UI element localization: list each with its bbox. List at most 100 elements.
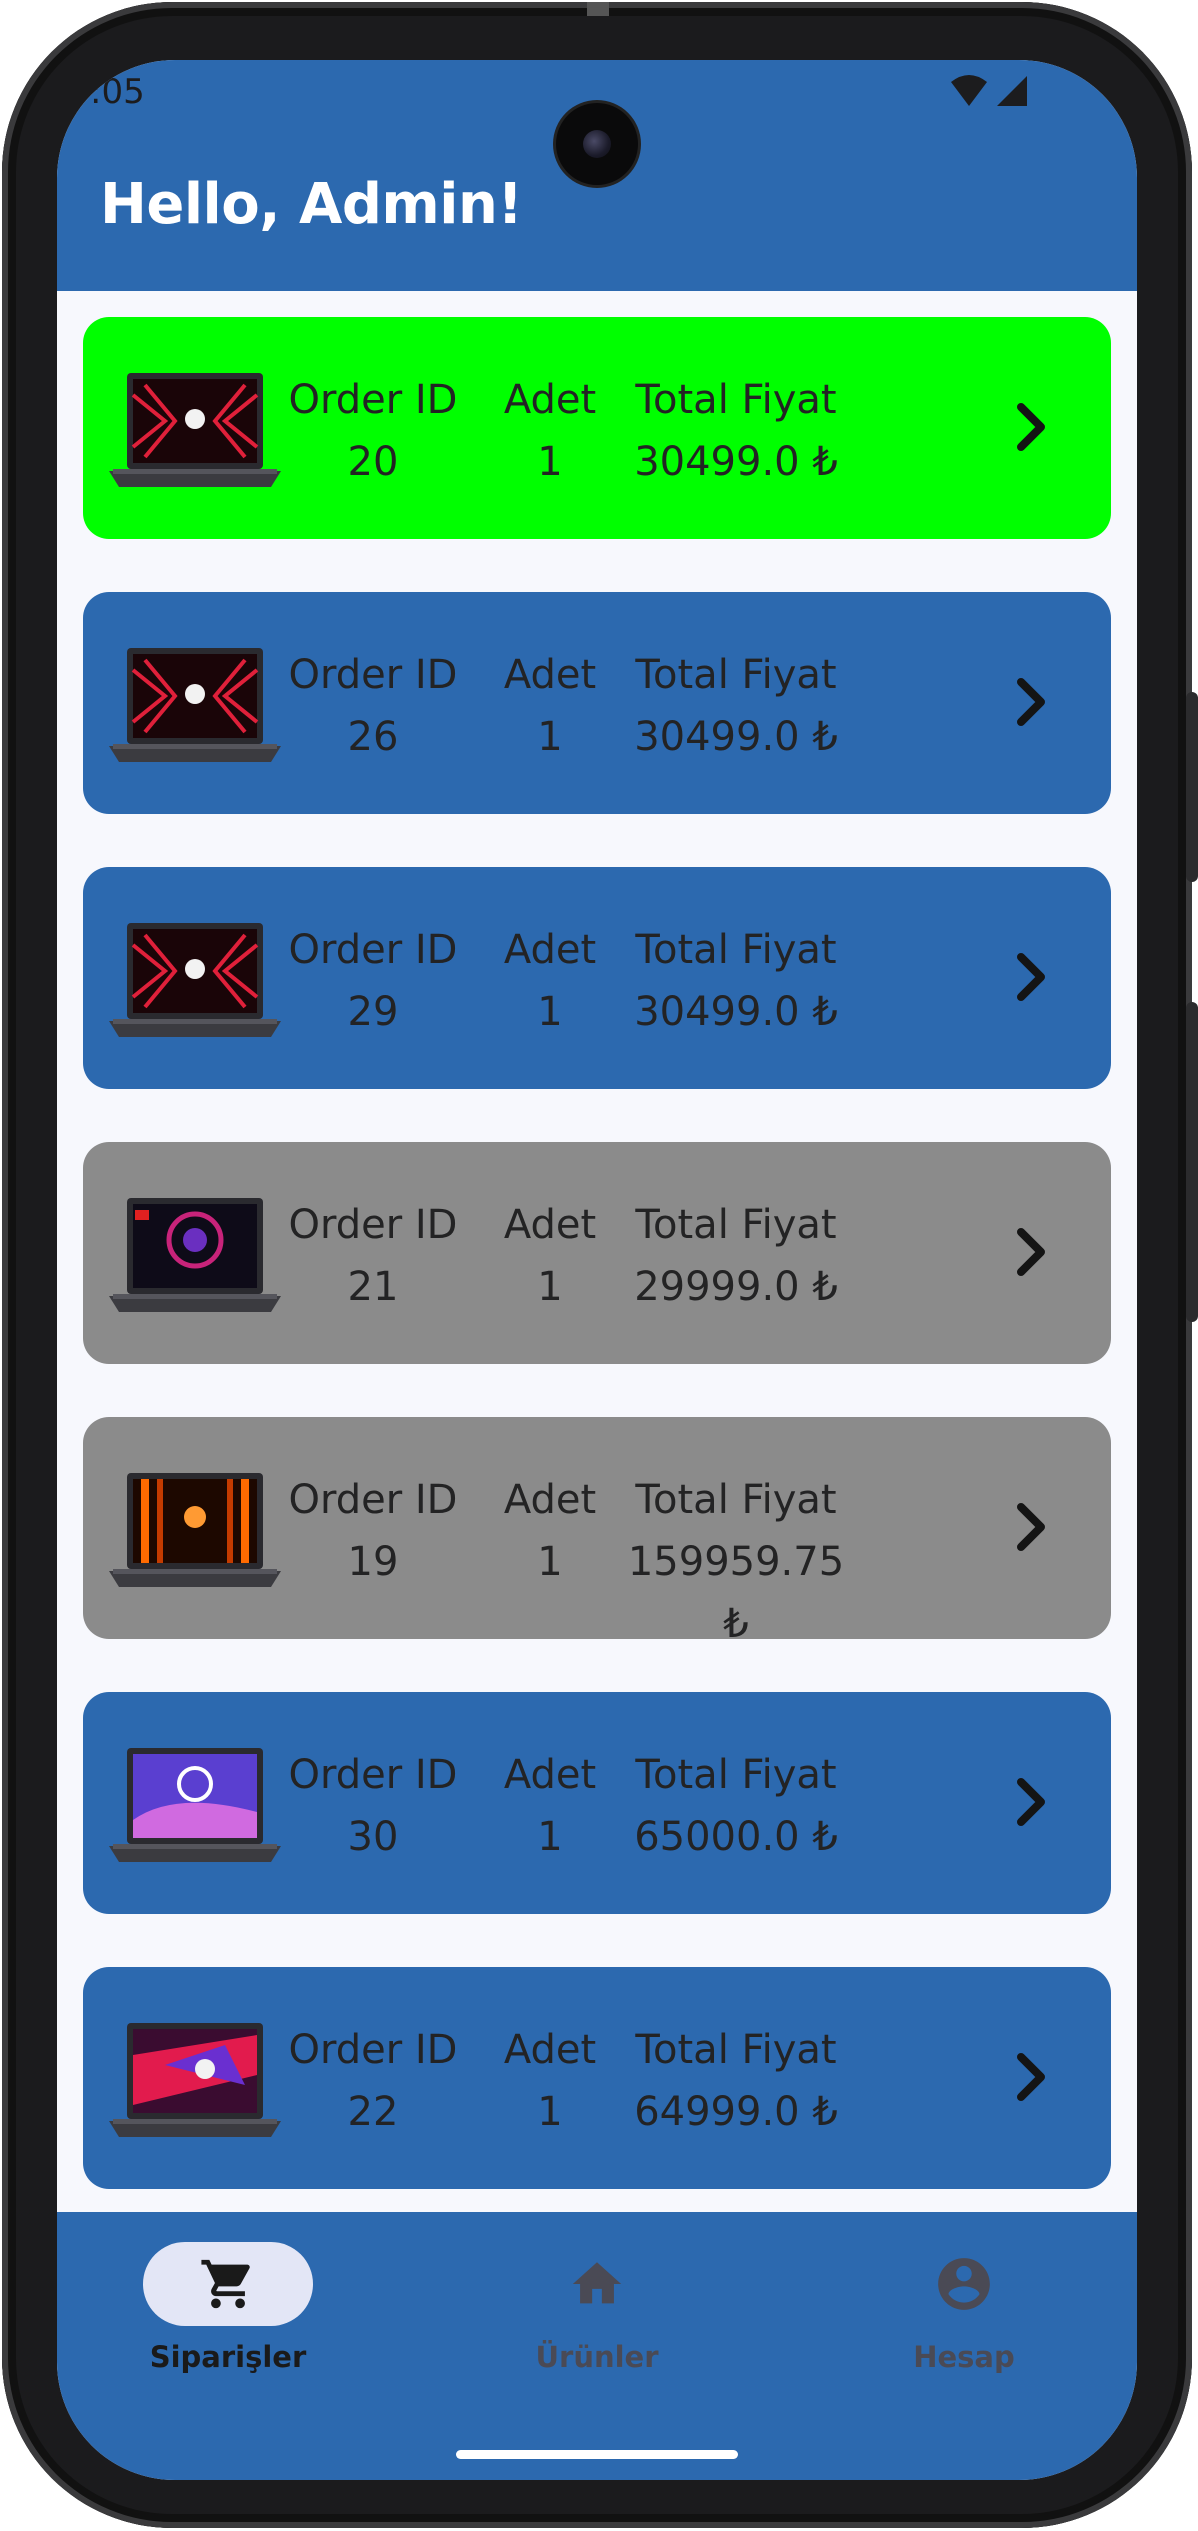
nav-label-hesap: Hesap (913, 2340, 1015, 2374)
nav-active-indicator (143, 2242, 313, 2326)
laptop-purple-thumbnail (109, 1198, 281, 1312)
total-price-value: 64999.0 ₺ (634, 2089, 838, 2135)
app-header: :05 Hello, Admin! (57, 60, 1137, 291)
chevron-right-icon[interactable] (1013, 401, 1053, 453)
quantity-value: 1 (537, 439, 563, 485)
total-price-column: Total Fiyat 30499.0 ₺ (611, 644, 861, 768)
order-id-column: Order ID 20 (283, 369, 463, 493)
total-price-value: 30499.0 ₺ (634, 439, 838, 485)
shopping-cart-icon (201, 2259, 250, 2309)
signal-icon (997, 76, 1027, 106)
quantity-value: 1 (537, 1539, 563, 1585)
laptop-red-thumbnail (109, 373, 281, 487)
order-card-21[interactable]: Order ID 21 Adet 1 Total Fiyat 29999.0 ₺ (83, 1142, 1111, 1364)
order-id-column: Order ID 26 (283, 644, 463, 768)
order-id-column: Order ID 21 (283, 1194, 463, 1318)
total-price-label: Total Fiyat (635, 1202, 837, 1248)
total-price-label: Total Fiyat (635, 927, 837, 973)
quantity-value: 1 (537, 714, 563, 760)
nav-label-urunler: Ürünler (535, 2340, 659, 2374)
nav-icon-wrap (879, 2242, 1049, 2326)
total-price-label: Total Fiyat (635, 2027, 837, 2073)
order-id-value: 30 (347, 1814, 399, 1860)
quantity-label: Adet (503, 927, 597, 973)
quantity-column: Adet 1 (495, 1194, 605, 1318)
nav-item-hesap[interactable]: Hesap (844, 2242, 1084, 2374)
total-price-column: Total Fiyat 29999.0 ₺ (611, 1194, 861, 1318)
order-card-19[interactable]: Order ID 19 Adet 1 Total Fiyat 159959.75… (83, 1417, 1111, 1647)
total-price-value: 65000.0 ₺ (634, 1814, 838, 1860)
order-id-column: Order ID 19 (283, 1469, 463, 1593)
volume-button (1186, 1002, 1198, 1322)
laptop-rog-thumbnail (109, 2023, 281, 2137)
order-id-label: Order ID (288, 2027, 458, 2073)
laptop-red-thumbnail (109, 923, 281, 1037)
order-card-26[interactable]: Order ID 26 Adet 1 Total Fiyat 30499.0 ₺ (83, 592, 1111, 814)
total-price-column: Total Fiyat 65000.0 ₺ (611, 1744, 861, 1868)
gesture-bar[interactable] (456, 2450, 738, 2459)
chevron-right-icon[interactable] (1013, 1776, 1053, 1828)
total-price-column: Total Fiyat 30499.0 ₺ (611, 919, 861, 1043)
quantity-value: 1 (537, 2089, 563, 2135)
nav-icon-wrap (512, 2242, 682, 2326)
quantity-label: Adet (503, 652, 597, 698)
status-time: :05 (90, 72, 145, 112)
order-id-value: 21 (347, 1264, 399, 1310)
total-price-column: Total Fiyat 30499.0 ₺ (611, 369, 861, 493)
order-id-label: Order ID (288, 1752, 458, 1798)
total-price-value: 29999.0 ₺ (634, 1264, 838, 1310)
phone-frame: :05 Hello, Admin! Order ID 20 Adet 1 Tot… (2, 2, 1198, 2528)
order-id-value: 26 (347, 714, 399, 760)
quantity-label: Adet (503, 2027, 597, 2073)
page-title: Hello, Admin! (100, 172, 523, 237)
quantity-column: Adet 1 (495, 1744, 605, 1868)
quantity-value: 1 (537, 1814, 563, 1860)
quantity-label: Adet (503, 1752, 597, 1798)
order-card-22[interactable]: Order ID 22 Adet 1 Total Fiyat 64999.0 ₺ (83, 1967, 1111, 2189)
quantity-column: Adet 1 (495, 369, 605, 493)
chevron-right-icon[interactable] (1013, 2051, 1053, 2103)
total-price-label: Total Fiyat (635, 377, 837, 423)
order-id-value: 20 (347, 439, 399, 485)
quantity-column: Adet 1 (495, 644, 605, 768)
quantity-label: Adet (503, 1477, 597, 1523)
chevron-right-icon[interactable] (1013, 676, 1053, 728)
order-id-label: Order ID (288, 1202, 458, 1248)
wifi-icon (951, 75, 987, 106)
frame-antenna (587, 2, 609, 16)
chevron-right-icon[interactable] (1013, 1226, 1053, 1278)
nav-item-urunler[interactable]: Ürünler (477, 2242, 717, 2374)
total-price-value: 159959.75 ₺ (627, 1539, 845, 1647)
total-price-label: Total Fiyat (635, 1752, 837, 1798)
order-card-29[interactable]: Order ID 29 Adet 1 Total Fiyat 30499.0 ₺ (83, 867, 1111, 1089)
order-card-30[interactable]: Order ID 30 Adet 1 Total Fiyat 65000.0 ₺ (83, 1692, 1111, 1914)
laptop-ai-thumbnail (109, 1748, 281, 1862)
order-id-value: 22 (347, 2089, 399, 2135)
laptop-orange-thumbnail (109, 1473, 281, 1587)
order-list: Order ID 20 Adet 1 Total Fiyat 30499.0 ₺… (83, 317, 1111, 2242)
quantity-column: Adet 1 (495, 2019, 605, 2143)
quantity-value: 1 (537, 1264, 563, 1310)
status-icons (949, 74, 1029, 108)
app-screen: :05 Hello, Admin! Order ID 20 Adet 1 Tot… (57, 60, 1137, 2480)
order-id-column: Order ID 30 (283, 1744, 463, 1868)
total-price-label: Total Fiyat (635, 1477, 837, 1523)
chevron-right-icon[interactable] (1013, 951, 1053, 1003)
total-price-label: Total Fiyat (635, 652, 837, 698)
order-id-column: Order ID 29 (283, 919, 463, 1043)
bottom-navigation: Siparişler Ürünler Hesap (57, 2212, 1137, 2480)
quantity-column: Adet 1 (495, 919, 605, 1043)
nav-label-siparisler: Siparişler (149, 2340, 307, 2374)
nav-item-siparisler[interactable]: Siparişler (108, 2242, 348, 2374)
order-card-20[interactable]: Order ID 20 Adet 1 Total Fiyat 30499.0 ₺ (83, 317, 1111, 539)
quantity-label: Adet (503, 1202, 597, 1248)
chevron-right-icon[interactable] (1013, 1501, 1053, 1553)
power-button (1186, 692, 1198, 882)
order-id-value: 19 (347, 1539, 399, 1585)
total-price-column: Total Fiyat 159959.75 ₺ (611, 1469, 861, 1655)
order-id-column: Order ID 22 (283, 2019, 463, 2143)
home-icon (572, 2262, 622, 2304)
order-id-value: 29 (347, 989, 399, 1035)
total-price-value: 30499.0 ₺ (634, 714, 838, 760)
account-circle-icon (938, 2258, 990, 2310)
